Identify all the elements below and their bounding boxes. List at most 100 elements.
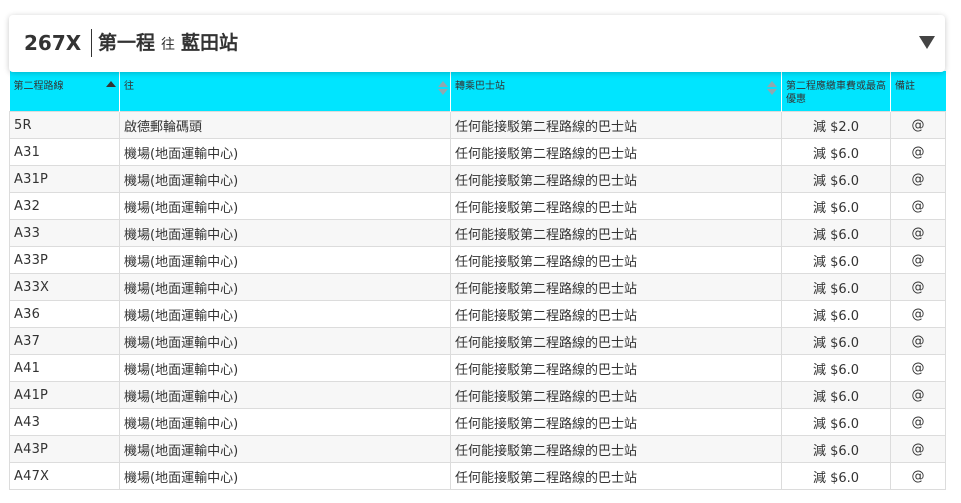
col-header-second-route[interactable]: 第二程路線 — [9, 71, 120, 112]
table-row: A43P 機場(地面運輸中心) 任何能接駁第二程路線的巴士站減 $6.0 @ — [9, 435, 946, 463]
table-row: A36 機場(地面運輸中心) 任何能接駁第二程路線的巴士站減 $6.0 @ — [9, 300, 946, 328]
table-row: A43 機場(地面運輸中心) 任何能接駁第二程路線的巴士站減 $6.0 @ — [9, 408, 946, 436]
cell-fare: 減 $6.0 — [781, 273, 891, 301]
cell-second-route: A43 — [9, 408, 120, 436]
cell-towards: 啟德郵輪碼頭 — [119, 111, 451, 139]
cell-towards: 機場(地面運輸中心) — [119, 273, 451, 301]
cell-remarks: @ — [890, 327, 946, 355]
table-row: A33 機場(地面運輸中心) 任何能接駁第二程路線的巴士站減 $6.0 @ — [9, 219, 946, 247]
destination-prefix: 第一程 — [98, 32, 156, 54]
col-header-label: 第二程應繳車費或最高優惠 — [786, 81, 886, 105]
cell-remarks: @ — [890, 219, 946, 247]
cell-second-route: A33X — [9, 273, 120, 301]
table-row: A41P 機場(地面運輸中心) 任何能接駁第二程路線的巴士站減 $6.0 @ — [9, 381, 946, 409]
cell-interchange-stop: 任何能接駁第二程路線的巴士站 — [450, 111, 782, 139]
cell-fare: 減 $6.0 — [781, 246, 891, 274]
col-header-towards[interactable]: 往 — [119, 71, 451, 112]
cell-fare: 減 $6.0 — [781, 354, 891, 382]
col-header-interchange-stop[interactable]: 轉乘巴士站 — [450, 71, 782, 112]
cell-fare: 減 $6.0 — [781, 408, 891, 436]
route-number: 267X — [24, 31, 82, 55]
table-row: A37 機場(地面運輸中心) 任何能接駁第二程路線的巴士站減 $6.0 @ — [9, 327, 946, 355]
cell-remarks: @ — [890, 138, 946, 166]
cell-towards: 機場(地面運輸中心) — [119, 300, 451, 328]
interchange-table-wrapper: 第二程路線 往 轉乘巴士站 第二程應繳車費或最高優惠 備註 5R 啟德郵輪碼頭 … — [9, 71, 946, 490]
col-header-fare[interactable]: 第二程應繳車費或最高優惠 — [781, 71, 891, 112]
col-header-label: 轉乘巴士站 — [455, 81, 505, 92]
cell-towards: 機場(地面運輸中心) — [119, 408, 451, 436]
col-header-label: 第二程路線 — [13, 81, 64, 92]
cell-second-route: A37 — [9, 327, 120, 355]
cell-second-route: A32 — [9, 192, 120, 220]
sort-arrows-icon[interactable] — [767, 81, 777, 95]
destination-name: 藍田站 — [181, 32, 239, 54]
col-header-label: 往 — [124, 81, 134, 92]
cell-second-route: A31 — [9, 138, 120, 166]
cell-interchange-stop: 任何能接駁第二程路線的巴士站 — [450, 192, 782, 220]
cell-fare: 減 $6.0 — [781, 138, 891, 166]
cell-interchange-stop: 任何能接駁第二程路線的巴士站 — [450, 381, 782, 409]
cell-fare: 減 $6.0 — [781, 327, 891, 355]
cell-interchange-stop: 任何能接駁第二程路線的巴士站 — [450, 219, 782, 247]
cell-towards: 機場(地面運輸中心) — [119, 138, 451, 166]
cell-second-route: A47X — [9, 462, 120, 490]
cell-second-route: A31P — [9, 165, 120, 193]
cell-second-route: A41P — [9, 381, 120, 409]
col-header-remarks[interactable]: 備註 — [890, 71, 946, 112]
cell-interchange-stop: 任何能接駁第二程路線的巴士站 — [450, 354, 782, 382]
cell-towards: 機場(地面運輸中心) — [119, 246, 451, 274]
route-selector[interactable]: 267X 第一程往藍田站 — [9, 15, 945, 72]
cell-remarks: @ — [890, 246, 946, 274]
cell-second-route: A33P — [9, 246, 120, 274]
cell-fare: 減 $2.0 — [781, 111, 891, 139]
cell-remarks: @ — [890, 462, 946, 490]
towards-label: 往 — [161, 37, 176, 53]
cell-towards: 機場(地面運輸中心) — [119, 165, 451, 193]
cell-remarks: @ — [890, 192, 946, 220]
cell-towards: 機場(地面運輸中心) — [119, 219, 451, 247]
cell-remarks: @ — [890, 165, 946, 193]
sort-arrows-icon[interactable] — [438, 81, 448, 95]
cell-interchange-stop: 任何能接駁第二程路線的巴士站 — [450, 462, 782, 490]
cell-second-route: 5R — [9, 111, 120, 139]
cell-towards: 機場(地面運輸中心) — [119, 192, 451, 220]
cell-second-route: A33 — [9, 219, 120, 247]
triangle-down-icon[interactable] — [919, 36, 935, 49]
table-header-row: 第二程路線 往 轉乘巴士站 第二程應繳車費或最高優惠 備註 — [9, 71, 946, 112]
cell-towards: 機場(地面運輸中心) — [119, 381, 451, 409]
cell-fare: 減 $6.0 — [781, 219, 891, 247]
cell-interchange-stop: 任何能接駁第二程路線的巴士站 — [450, 246, 782, 274]
cell-interchange-stop: 任何能接駁第二程路線的巴士站 — [450, 165, 782, 193]
cell-fare: 減 $6.0 — [781, 165, 891, 193]
table-body: 5R 啟德郵輪碼頭 任何能接駁第二程路線的巴士站減 $2.0 @ A31 機場(地面運輸中… — [9, 111, 946, 490]
cell-interchange-stop: 任何能接駁第二程路線的巴士站 — [450, 273, 782, 301]
cell-fare: 減 $6.0 — [781, 192, 891, 220]
route-destination: 第一程往藍田站 — [98, 30, 238, 58]
cell-remarks: @ — [890, 273, 946, 301]
table-row: A47X 機場(地面運輸中心) 任何能接駁第二程路線的巴士站減 $6.0 @ — [9, 462, 946, 490]
cell-fare: 減 $6.0 — [781, 435, 891, 463]
table-row: A33X 機場(地面運輸中心) 任何能接駁第二程路線的巴士站減 $6.0 @ — [9, 273, 946, 301]
route-divider — [91, 29, 92, 57]
table-row: 5R 啟德郵輪碼頭 任何能接駁第二程路線的巴士站減 $2.0 @ — [9, 111, 946, 139]
cell-interchange-stop: 任何能接駁第二程路線的巴士站 — [450, 138, 782, 166]
cell-towards: 機場(地面運輸中心) — [119, 435, 451, 463]
sort-ascending-icon[interactable] — [105, 81, 116, 95]
cell-second-route: A43P — [9, 435, 120, 463]
cell-interchange-stop: 任何能接駁第二程路線的巴士站 — [450, 300, 782, 328]
cell-fare: 減 $6.0 — [781, 300, 891, 328]
table-row: A33P 機場(地面運輸中心) 任何能接駁第二程路線的巴士站減 $6.0 @ — [9, 246, 946, 274]
cell-towards: 機場(地面運輸中心) — [119, 354, 451, 382]
cell-fare: 減 $6.0 — [781, 381, 891, 409]
cell-towards: 機場(地面運輸中心) — [119, 327, 451, 355]
cell-second-route: A41 — [9, 354, 120, 382]
cell-remarks: @ — [890, 381, 946, 409]
cell-remarks: @ — [890, 408, 946, 436]
cell-towards: 機場(地面運輸中心) — [119, 462, 451, 490]
table-row: A32 機場(地面運輸中心) 任何能接駁第二程路線的巴士站減 $6.0 @ — [9, 192, 946, 220]
cell-fare: 減 $6.0 — [781, 462, 891, 490]
cell-second-route: A36 — [9, 300, 120, 328]
cell-interchange-stop: 任何能接駁第二程路線的巴士站 — [450, 435, 782, 463]
cell-remarks: @ — [890, 111, 946, 139]
cell-remarks: @ — [890, 435, 946, 463]
